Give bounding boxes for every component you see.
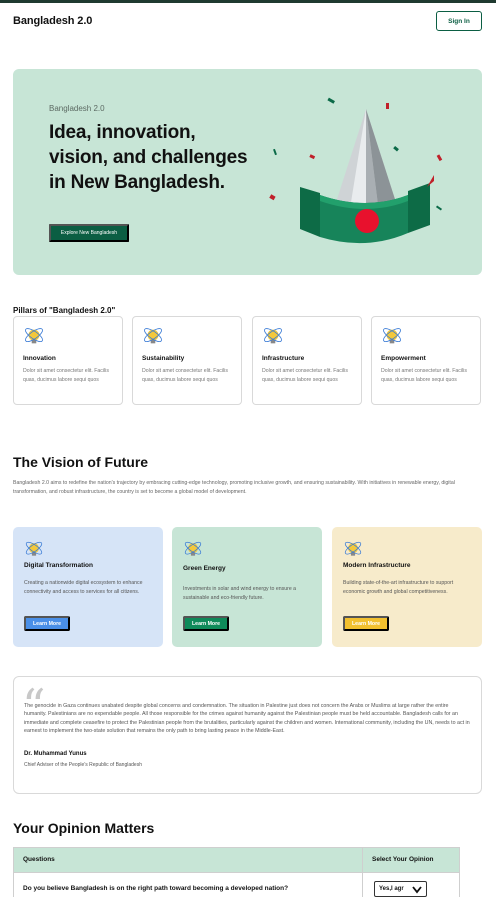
site-header: Bangladesh 2.0 Sign In: [0, 3, 496, 43]
opinion-table: Questions Select Your Opinion Do you bel…: [13, 847, 460, 897]
vision-card-desc: Building state-of-the-art infrastructure…: [343, 580, 454, 595]
opinion-question: Do you believe Bangladesh is on the righ…: [23, 885, 289, 892]
opinion-heading: Your Opinion Matters: [13, 820, 155, 836]
pillar-card-sustainability[interactable]: Sustainability Dolor sit amet consectetu…: [132, 316, 242, 405]
column-divider: [362, 848, 363, 897]
vision-card-title: Green Energy: [183, 565, 226, 572]
pillar-desc: Dolor sit amet consectetur elit. Facilis…: [142, 368, 228, 383]
monument-flag-illustration: [269, 97, 443, 244]
pillar-desc: Dolor sit amet consectetur elit. Facilis…: [23, 368, 109, 383]
chevron-down-icon: [412, 886, 422, 894]
explore-button[interactable]: Explore New Bangladesh: [49, 224, 129, 242]
atom-bulb-icon: [25, 541, 43, 556]
opinion-select[interactable]: Yes,I agr: [374, 881, 427, 897]
pillar-card-innovation[interactable]: Innovation Dolor sit amet consectetur el…: [13, 316, 123, 405]
column-header-select: Select Your Opinion: [372, 856, 434, 863]
pillar-title: Sustainability: [142, 355, 185, 362]
vision-card-infrastructure: Modern Infrastructure Building state-of-…: [332, 527, 482, 647]
atom-bulb-icon: [144, 328, 162, 344]
hero-banner: Bangladesh 2.0 Idea, innovation, vision,…: [13, 69, 482, 275]
vision-card-green-energy: Green Energy Investments in solar and wi…: [172, 527, 322, 647]
quote-text: The genocide in Gaza continues unabated …: [24, 703, 470, 734]
atom-bulb-icon: [344, 541, 362, 556]
pillar-title: Innovation: [23, 355, 56, 362]
quote-author-role: Chief Adviser of the People's Republic o…: [24, 762, 142, 768]
pillar-desc: Dolor sit amet consectetur elit. Facilis…: [381, 368, 467, 383]
atom-bulb-icon: [383, 328, 401, 344]
pillar-card-infrastructure[interactable]: Infrastructure Dolor sit amet consectetu…: [252, 316, 362, 405]
vision-card-title: Digital Transformation: [24, 562, 93, 569]
learn-more-button[interactable]: Learn More: [343, 616, 389, 631]
opinion-table-header: Questions Select Your Opinion: [14, 848, 459, 873]
learn-more-button[interactable]: Learn More: [24, 616, 70, 631]
atom-bulb-icon: [264, 328, 282, 344]
pillars-heading: Pillars of "Bangladesh 2.0": [13, 306, 116, 315]
hero-kicker: Bangladesh 2.0: [49, 104, 105, 113]
brand-logo-text[interactable]: Bangladesh 2.0: [13, 15, 92, 27]
learn-more-button[interactable]: Learn More: [183, 616, 229, 631]
pillar-desc: Dolor sit amet consectetur elit. Facilis…: [262, 368, 348, 383]
quote-card: “ The genocide in Gaza continues unabate…: [13, 676, 482, 794]
sign-in-button[interactable]: Sign In: [436, 11, 482, 31]
pillar-title: Empowerment: [381, 355, 426, 362]
atom-bulb-icon: [184, 541, 202, 556]
column-header-questions: Questions: [23, 856, 55, 863]
vision-description: Bangladesh 2.0 aims to redefine the nati…: [13, 480, 455, 495]
opinion-select-value: Yes,I agr: [379, 886, 404, 892]
vision-card-title: Modern Infrastructure: [343, 562, 411, 569]
pillar-card-empowerment[interactable]: Empowerment Dolor sit amet consectetur e…: [371, 316, 481, 405]
vision-card-digital: Digital Transformation Creating a nation…: [13, 527, 163, 647]
vision-card-desc: Investments in solar and wind energy to …: [183, 586, 297, 601]
atom-bulb-icon: [25, 328, 43, 344]
quote-author: Dr. Muhammad Yunus: [24, 751, 87, 757]
vision-card-desc: Creating a nationwide digital ecosystem …: [24, 580, 143, 595]
pillar-title: Infrastructure: [262, 355, 305, 362]
vision-heading: The Vision of Future: [13, 454, 149, 470]
hero-title: Idea, innovation, vision, and challenges…: [49, 122, 248, 193]
